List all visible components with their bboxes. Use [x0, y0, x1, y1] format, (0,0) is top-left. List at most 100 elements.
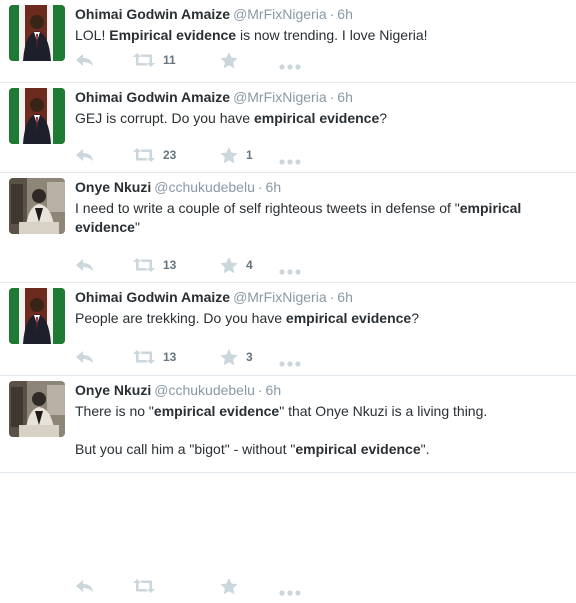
tweet-text-segment: GEJ is corrupt. Do you have: [75, 110, 254, 126]
tweet-timestamp[interactable]: 6h: [266, 179, 282, 195]
author-handle[interactable]: @cchukudebelu: [154, 179, 255, 195]
tweet-paragraph: People are trekking. Do you have empiric…: [75, 309, 568, 328]
tweet-timeline: Ohimai Godwin Amaize @MrFixNigeria · 6h LOL…: [0, 0, 576, 596]
avatar[interactable]: [9, 381, 65, 437]
separator-dot: ·: [257, 179, 263, 195]
star-icon: [220, 146, 238, 164]
tweet-timestamp[interactable]: 6h: [266, 382, 282, 398]
reply-button[interactable]: [75, 145, 95, 165]
more-button[interactable]: [279, 57, 301, 77]
tweet-text-segment: ": [134, 219, 140, 235]
like-count: 4: [246, 258, 253, 272]
author-name[interactable]: Ohimai Godwin Amaize: [75, 6, 230, 22]
like-button[interactable]: 3: [220, 347, 253, 367]
star-icon: [220, 256, 238, 274]
tweet-paragraph: LOL! Empirical evidence is now trending.…: [75, 26, 568, 45]
reply-button[interactable]: [75, 347, 95, 367]
retweet-count: 13: [163, 350, 177, 364]
retweet-button[interactable]: 23: [133, 145, 176, 165]
tweet[interactable]: Ohimai Godwin Amaize @MrFixNigeria · 6h GEJ…: [0, 83, 576, 173]
tweet-timestamp[interactable]: 6h: [337, 289, 353, 305]
highlighted-keyword: empirical evidence: [153, 403, 280, 419]
highlighted-keyword: Empirical evidence: [109, 27, 237, 43]
more-dots-icon: [279, 361, 301, 367]
tweet-text-segment: But you call him a "bigot" - without ": [75, 441, 296, 457]
tweet-actions: 13 4: [75, 255, 335, 275]
author-name[interactable]: Ohimai Godwin Amaize: [75, 89, 230, 105]
tweet-body: Onye Nkuzi @cchukudebelu · 6h I need to wri…: [75, 178, 568, 237]
tweet-text-segment: is now trending. I love Nigeria!: [236, 27, 428, 43]
retweet-icon: [133, 53, 155, 67]
tweet-header: Onye Nkuzi @cchukudebelu · 6h: [75, 178, 568, 196]
tweet-text-segment: ".: [420, 441, 430, 457]
retweet-count: 13: [163, 258, 177, 272]
author-handle[interactable]: @MrFixNigeria: [233, 89, 327, 105]
tweet-text: LOL! Empirical evidence is now trending.…: [75, 26, 568, 45]
reply-button[interactable]: [75, 50, 95, 70]
tweet-paragraph: There is no "empirical evidence" that On…: [75, 402, 568, 421]
tweet-text-segment: ?: [411, 310, 419, 326]
avatar[interactable]: [9, 5, 65, 61]
tweet-paragraph: I need to write a couple of self righteo…: [75, 199, 568, 237]
avatar[interactable]: [9, 88, 65, 144]
tweet-text-segment: LOL!: [75, 27, 110, 43]
like-button[interactable]: [220, 576, 246, 596]
avatar[interactable]: [9, 178, 65, 234]
retweet-button[interactable]: 13: [133, 255, 176, 275]
tweet[interactable]: Ohimai Godwin Amaize @MrFixNigeria · 6h Peo…: [0, 283, 576, 376]
reply-button[interactable]: [75, 255, 95, 275]
more-button[interactable]: [279, 262, 301, 282]
separator-dot: ·: [329, 289, 335, 305]
author-handle[interactable]: @MrFixNigeria: [233, 289, 327, 305]
avatar[interactable]: [9, 288, 65, 344]
tweet-body: Ohimai Godwin Amaize @MrFixNigeria · 6h LOL…: [75, 5, 568, 45]
avatar-seated-man: [9, 178, 65, 234]
author-name[interactable]: Onye Nkuzi: [75, 179, 151, 195]
tweet-actions: [75, 576, 335, 596]
retweet-icon: [133, 258, 155, 272]
like-button[interactable]: 1: [220, 145, 253, 165]
avatar-suited-man: [9, 288, 65, 344]
tweet[interactable]: Ohimai Godwin Amaize @MrFixNigeria · 6h LOL…: [0, 0, 576, 83]
retweet-button[interactable]: 13: [133, 347, 176, 367]
reply-arrow-icon: [75, 53, 95, 67]
tweet-header: Ohimai Godwin Amaize @MrFixNigeria · 6h: [75, 88, 568, 106]
more-button[interactable]: [279, 354, 301, 374]
author-handle[interactable]: @MrFixNigeria: [233, 6, 327, 22]
tweet-text-segment: People are trekking. Do you have: [75, 310, 286, 326]
tweet[interactable]: Onye Nkuzi @cchukudebelu · 6h There is no "…: [0, 376, 576, 596]
tweet-timestamp[interactable]: 6h: [337, 6, 353, 22]
reply-button[interactable]: [75, 576, 95, 596]
retweet-icon: [133, 148, 155, 162]
avatar-suited-man: [9, 5, 65, 61]
retweet-icon: [133, 579, 155, 593]
tweet-body: Onye Nkuzi @cchukudebelu · 6h There is no "…: [75, 381, 568, 459]
avatar-seated-man: [9, 381, 65, 437]
tweet-timestamp[interactable]: 6h: [337, 89, 353, 105]
retweet-button[interactable]: [133, 576, 163, 596]
like-button[interactable]: [220, 50, 246, 70]
more-dots-icon: [279, 590, 301, 596]
author-handle[interactable]: @cchukudebelu: [154, 382, 255, 398]
separator-dot: ·: [257, 382, 263, 398]
tweet-actions: 13 3: [75, 347, 335, 367]
author-name[interactable]: Onye Nkuzi: [75, 382, 151, 398]
tweet-paragraph: GEJ is corrupt. Do you have empirical ev…: [75, 109, 568, 128]
author-name[interactable]: Ohimai Godwin Amaize: [75, 289, 230, 305]
tweet[interactable]: Onye Nkuzi @cchukudebelu · 6h I need to wri…: [0, 173, 576, 283]
more-dots-icon: [279, 159, 301, 165]
more-button[interactable]: [279, 583, 301, 603]
more-dots-icon: [279, 269, 301, 275]
star-icon: [220, 51, 238, 69]
more-dots-icon: [279, 64, 301, 70]
retweet-button[interactable]: 11: [133, 50, 176, 70]
highlighted-keyword: empirical evidence: [295, 441, 421, 457]
like-count: 1: [246, 148, 253, 162]
separator-dot: ·: [329, 89, 335, 105]
like-button[interactable]: 4: [220, 255, 253, 275]
more-button[interactable]: [279, 152, 301, 172]
tweet-paragraph: But you call him a "bigot" - without "em…: [75, 440, 568, 459]
tweet-text-segment: " that Onye Nkuzi is a living thing.: [279, 403, 488, 419]
avatar-suited-man: [9, 88, 65, 144]
retweet-count: 11: [163, 53, 176, 67]
